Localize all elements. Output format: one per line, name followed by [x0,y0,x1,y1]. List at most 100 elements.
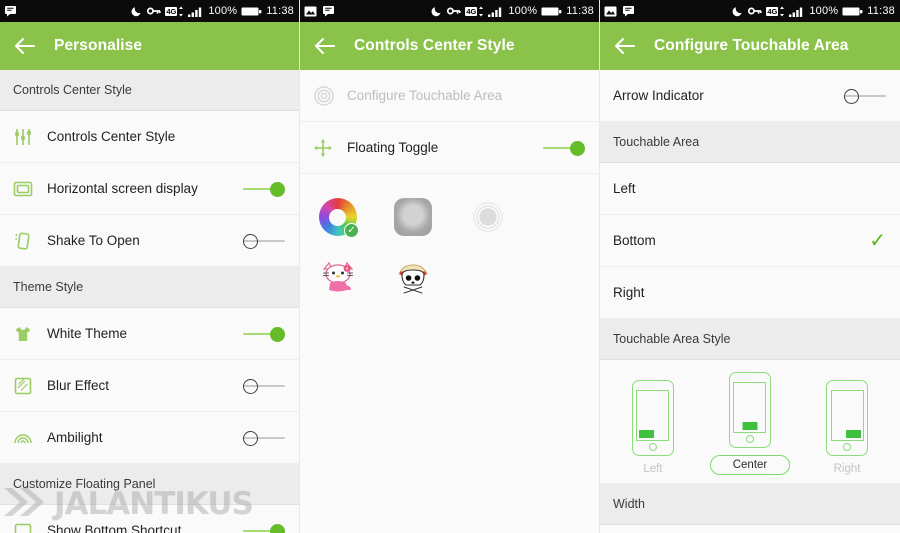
chat-icon [322,5,335,17]
row-controls-center-style[interactable]: Controls Center Style [0,111,299,163]
section-label: Theme Style [13,280,84,294]
toggle-knob [270,181,285,197]
key-icon [748,6,762,16]
back-arrow-icon[interactable] [314,37,336,55]
home-button [843,443,852,451]
battery-icon [842,6,863,17]
style-option-label: Right [833,463,861,475]
status-indicators: 4G 100% 11:38 [131,5,294,17]
chat-icon [622,5,635,17]
toggle-knob [243,430,258,446]
section-header-width: Width [600,484,900,525]
toggle-ambilight[interactable] [243,427,285,449]
status-notifications [604,5,635,17]
toggle-knob [270,523,285,533]
row-label: Horizontal screen display [47,181,198,196]
row-shake-to-open[interactable]: Shake To Open [0,215,299,267]
icon-option-hello-kitty[interactable] [300,248,375,310]
page-title: Controls Center Style [354,37,515,54]
toggle-knob [270,326,285,342]
page-title: Personalise [54,37,143,54]
section-header-customize-floating-panel: Customize Floating Panel [0,464,299,505]
row-label: Show Bottom Shortcut [47,523,182,533]
back-arrow-icon[interactable] [614,37,636,55]
phone-preview-center-icon [728,372,771,448]
row-label: Blur Effect [47,378,110,393]
row-ambilight[interactable]: Ambilight [0,412,299,464]
style-option-left[interactable]: Left [631,380,674,475]
back-arrow-icon[interactable] [14,37,36,55]
row-show-bottom-shortcut[interactable]: Show Bottom Shortcut [0,505,299,533]
status-bar: 4G 100% 11:38 [0,0,299,22]
row-label: Right [613,285,645,300]
4g-label: 4G [165,6,178,16]
panel-configure-touchable-area: 4G 100% 11:38 Configure Touchable Area A… [600,0,900,533]
section-label: Customize Floating Panel [13,477,156,491]
status-notifications [4,5,17,17]
row-floating-toggle[interactable]: Floating Toggle [300,122,599,174]
page-title: Configure Touchable Area [654,37,849,54]
concentric-rings-icon [467,197,508,237]
grey-square-icon [393,198,432,236]
style-option-center[interactable]: Center [709,372,791,475]
settings-list-controls-center-style: Configure Touchable Area Floating Toggle [300,70,599,174]
settings-list-touchable-area: Arrow Indicator Touchable Area Left Bott… [600,70,900,533]
screen-icon [13,179,41,199]
image-icon [604,6,617,17]
touch-bar [638,430,654,438]
panel-controls-center-style: 4G 100% 11:38 Controls Center Style Conf… [300,0,600,533]
battery-icon [241,6,262,17]
clock-label: 11:38 [266,5,294,17]
icon-option-skull[interactable] [375,248,450,310]
row-configure-touchable-area: Configure Touchable Area [300,70,599,122]
clock-label: 11:38 [566,5,594,17]
sliders-icon [13,127,41,147]
row-arrow-indicator[interactable]: Arrow Indicator [600,70,900,122]
status-bar: 4G 100% 11:38 [600,0,900,22]
row-label: Arrow Indicator [613,88,704,103]
status-notifications [304,5,335,17]
toggle-shake-to-open[interactable] [243,230,285,252]
section-header-theme-style: Theme Style [0,267,299,308]
settings-list-personalise: Controls Center Style Controls Center St… [0,70,299,533]
toggle-floating-toggle[interactable] [543,137,585,159]
row-label: Shake To Open [47,233,140,248]
row-option-right[interactable]: Right [600,267,900,319]
row-horizontal-screen-display[interactable]: Horizontal screen display [0,163,299,215]
data-arrows-icon [178,6,184,17]
key-icon [447,6,461,16]
icon-option-rainbow-ring[interactable]: ✓ [300,186,375,248]
4g-label: 4G [766,6,779,16]
toggle-knob [243,233,258,249]
row-option-left[interactable]: Left [600,163,900,215]
check-icon: ✓ [869,229,886,252]
row-white-theme[interactable]: White Theme [0,308,299,360]
app-bar: Controls Center Style [300,22,599,70]
key-icon [147,6,161,16]
touch-bar [846,430,862,438]
shake-phone-icon [13,231,41,251]
row-option-bottom[interactable]: Bottom ✓ [600,215,900,267]
toggle-blur-effect[interactable] [243,375,285,397]
three-panel-screenshot: 4G 100% 11:38 Personalise Controls Cente… [0,0,900,533]
battery-percent-label: 100% [208,5,238,17]
toggle-horizontal-screen-display[interactable] [243,178,285,200]
data-arrows-icon [779,6,785,17]
style-option-right[interactable]: Right [826,380,869,475]
row-label: Configure Touchable Area [347,88,503,103]
moon-icon [732,5,744,17]
4g-icon: 4G [766,6,785,17]
app-bar: Configure Touchable Area [600,22,900,70]
moon-icon [431,5,443,17]
toggle-arrow-indicator[interactable] [844,85,886,107]
row-label: Controls Center Style [47,129,176,144]
icon-option-concentric-rings[interactable] [450,186,525,248]
row-label: Bottom [613,233,656,248]
toggle-show-bottom-shortcut[interactable] [243,520,285,533]
icon-option-grey-square[interactable] [375,186,450,248]
row-blur-effect[interactable]: Blur Effect [0,360,299,412]
phone-preview-right-icon [826,380,869,456]
toggle-white-theme[interactable] [243,323,285,345]
status-indicators: 4G 100% 11:38 [431,5,594,17]
signal-icon [789,6,805,17]
